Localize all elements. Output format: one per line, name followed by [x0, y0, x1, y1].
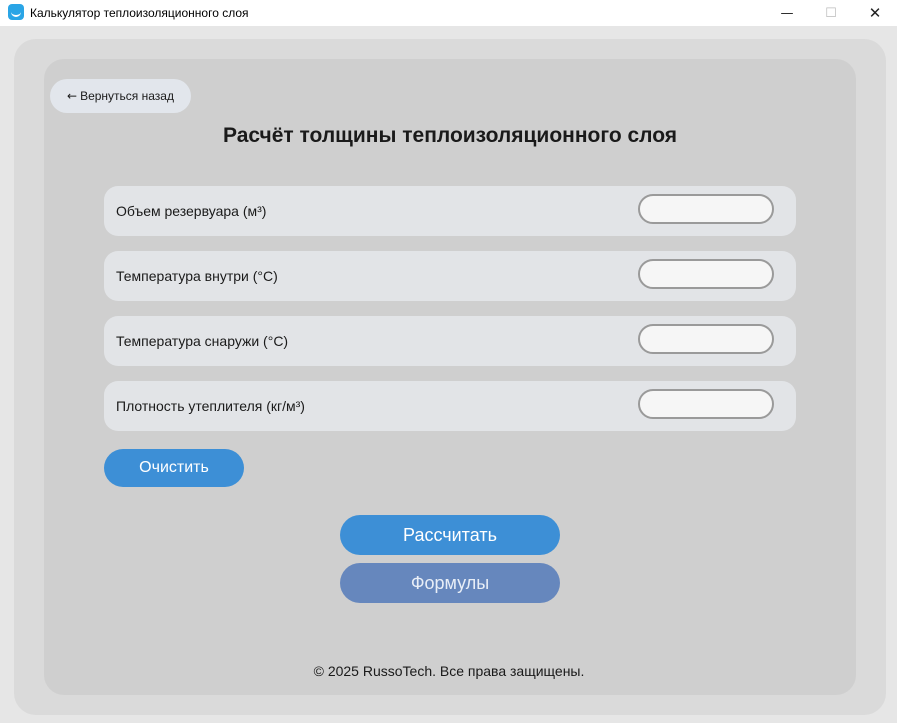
- volume-label: Объем резервуара (м³): [116, 203, 267, 219]
- back-button-label: Вернуться назад: [80, 89, 174, 103]
- density-label: Плотность утеплителя (кг/м³): [116, 398, 305, 414]
- minimize-button[interactable]: —: [764, 0, 810, 26]
- field-row-volume: Объем резервуара (м³): [104, 186, 796, 236]
- window-title: Калькулятор теплоизоляционного слоя: [30, 6, 249, 20]
- field-row-density: Плотность утеплителя (кг/м³): [104, 381, 796, 431]
- maximize-button[interactable]: ☐: [808, 0, 854, 26]
- volume-input[interactable]: [638, 194, 774, 224]
- footer-copyright: © 2025 RussoTech. Все права защищены.: [313, 663, 585, 679]
- close-button[interactable]: ✕: [852, 0, 897, 26]
- temp-outside-input[interactable]: [638, 324, 774, 354]
- app-icon: [8, 4, 24, 20]
- temp-inside-label: Температура внутри (°С): [116, 268, 278, 284]
- field-row-temp-outside: Температура снаружи (°С): [104, 316, 796, 366]
- calculate-button[interactable]: Рассчитать: [340, 515, 560, 555]
- formulas-button[interactable]: Формулы: [340, 563, 560, 603]
- field-row-temp-inside: Температура внутри (°С): [104, 251, 796, 301]
- density-input[interactable]: [638, 389, 774, 419]
- back-button[interactable]: ← Вернуться назад: [50, 79, 191, 113]
- temp-outside-label: Температура снаружи (°С): [116, 333, 289, 349]
- clear-button[interactable]: Очистить: [104, 449, 244, 487]
- window-titlebar: Калькулятор теплоизоляционного слоя — ☐ …: [0, 0, 897, 26]
- arrow-left-icon: ←: [67, 89, 78, 103]
- temp-inside-input[interactable]: [638, 259, 774, 289]
- page-title: Расчёт толщины теплоизоляционного слоя: [222, 124, 678, 147]
